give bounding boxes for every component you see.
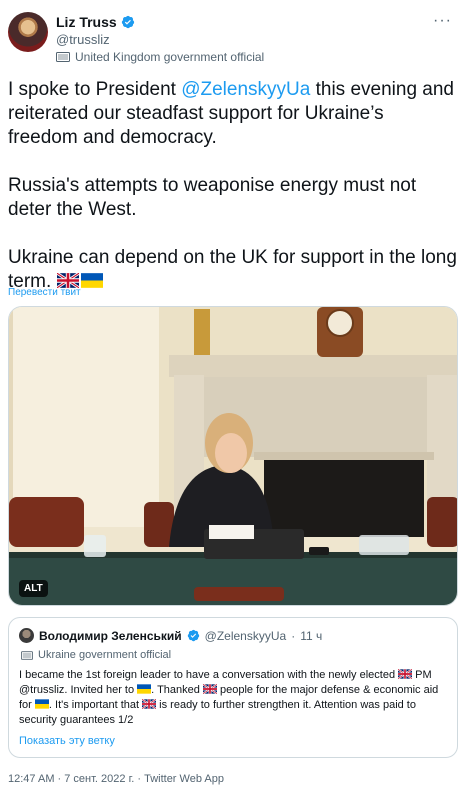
uk-flag-icon [398,669,413,679]
quoted-text-segment: . It's important that [48,699,143,711]
uk-flag-icon [202,684,217,694]
ukraine-flag-icon [34,699,49,709]
show-thread-link[interactable]: Показать эту ветку [19,735,115,747]
author-handle[interactable]: @trussliz [56,32,110,47]
flag-icon [21,650,33,660]
tweet-timestamp[interactable]: 12:47 AM · 7 сент. 2022 г. · Twitter Web… [8,773,224,785]
photo-illustration [9,307,457,605]
quoted-time: 11 ч [300,628,323,643]
tweet-text-segment: I spoke to President [8,79,182,100]
uk-flag-icon [56,273,79,288]
quoted-tweet[interactable]: Володимир Зеленський @ZelenskyyUa · 11 ч… [8,617,458,758]
mention-link[interactable]: @ZelenskyyUa [181,79,310,100]
tweet-paragraph-1: I spoke to President @ZelenskyyUa this e… [8,78,458,150]
ukraine-flag-icon [137,684,152,694]
quoted-tweet-text: I became the 1st foreign leader to have … [19,668,451,728]
tweet-header: Liz Truss @trussliz United Kingdom gover… [8,10,458,70]
quoted-author-handle: @ZelenskyyUa [204,628,287,643]
tweet-text: I spoke to President @ZelenskyyUa this e… [8,78,458,294]
translate-tweet-link[interactable]: Перевести твит [8,287,81,298]
separator-dot: · [291,628,296,643]
government-label-text: United Kingdom government official [75,50,265,64]
ukraine-flag-icon [80,273,103,288]
quoted-government-label: Ukraine government official [21,649,171,661]
more-options-icon[interactable]: ··· [433,12,452,30]
quoted-author-name: Володимир Зеленський [39,628,182,643]
verified-badge-icon [187,629,199,642]
author-name-row: Liz Truss [56,14,135,30]
author-avatar[interactable] [8,12,48,52]
alt-text-badge[interactable]: ALT [19,580,48,597]
quoted-text-segment: I became the 1st foreign leader to have … [19,669,399,681]
uk-flag-icon [142,699,157,709]
tweet-photo[interactable]: ALT [8,306,458,606]
quoted-author-avatar [19,628,34,643]
quoted-tweet-header: Володимир Зеленський @ZelenskyyUa · 11 ч [19,628,322,643]
quoted-government-label-text: Ukraine government official [38,649,172,661]
quoted-text-segment: . Thanked [151,684,203,696]
flag-icon [56,52,70,62]
verified-badge-icon [121,15,134,29]
government-label: United Kingdom government official [56,50,264,64]
tweet-paragraph-2: Russia's attempts to weaponise energy mu… [8,175,417,220]
author-name[interactable]: Liz Truss [56,14,117,30]
